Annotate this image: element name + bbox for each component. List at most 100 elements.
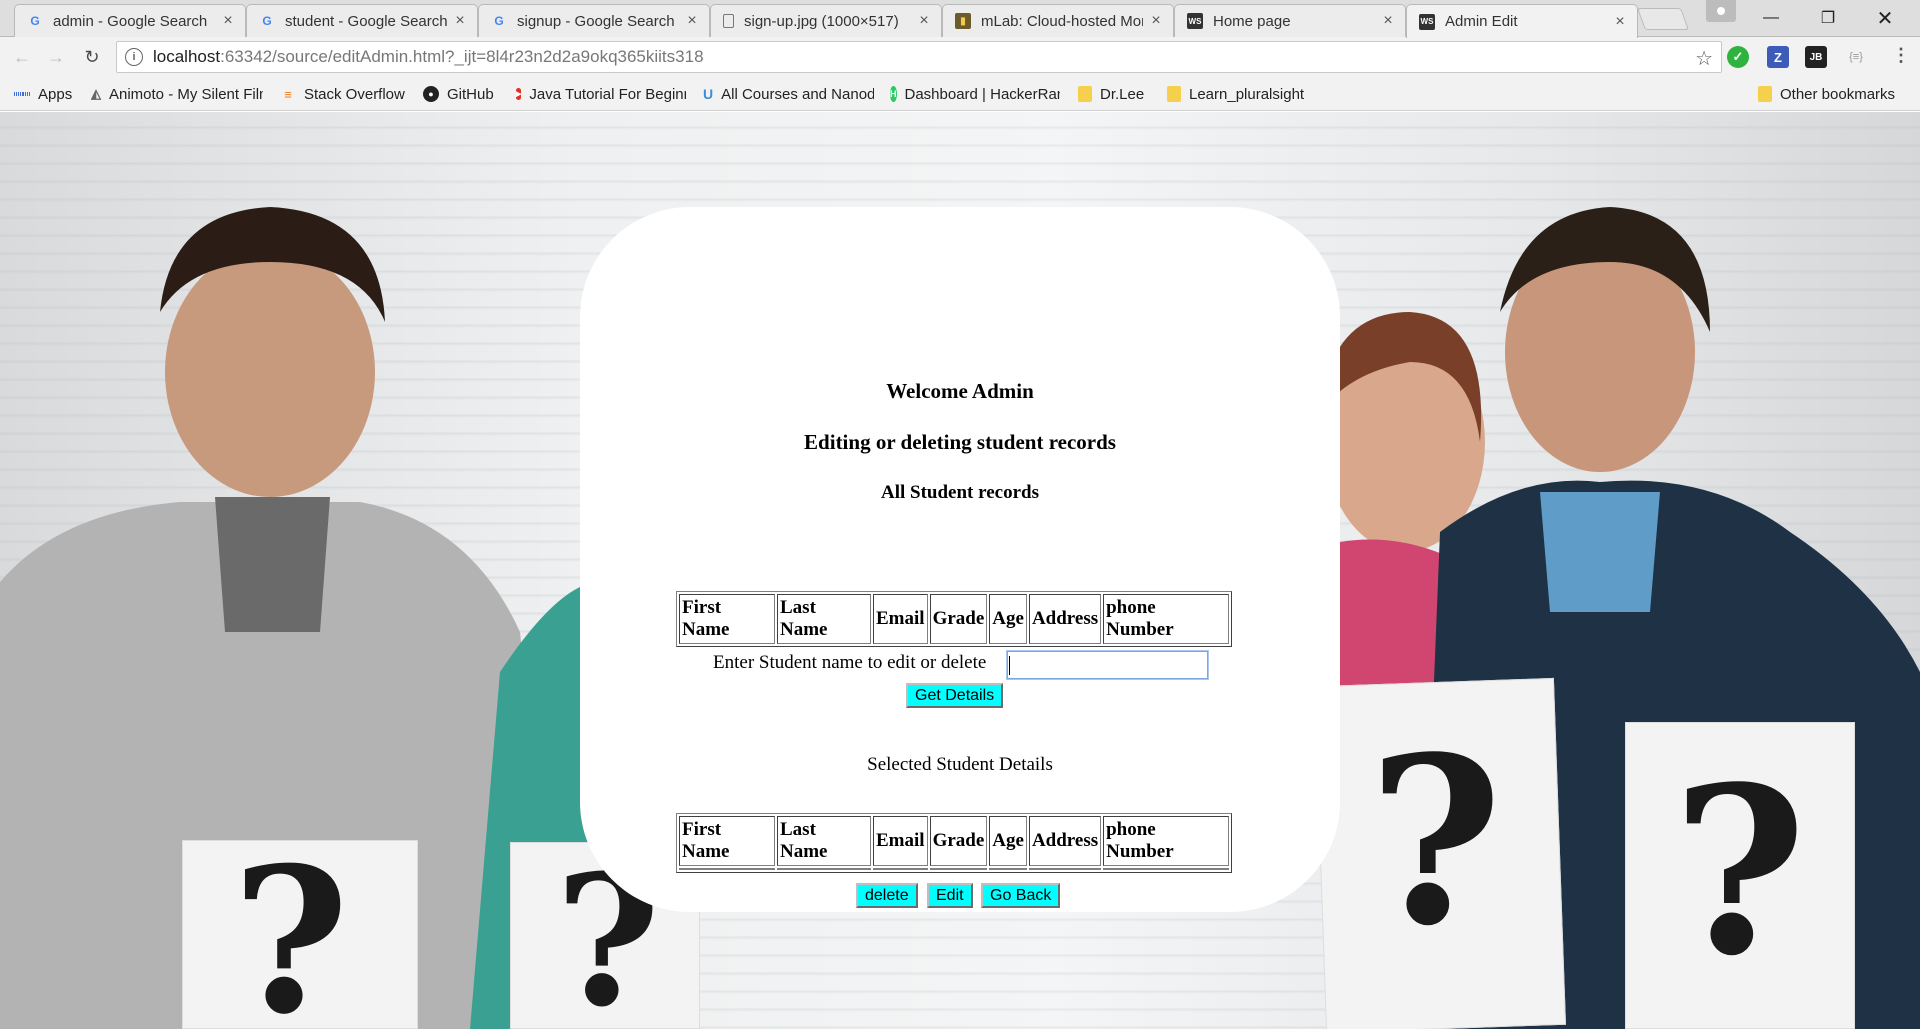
apps-grid-icon	[14, 86, 31, 102]
bookmark-animoto[interactable]: ◭ Animoto - My Silent Film	[91, 77, 263, 111]
json-viewer-extension-icon[interactable]: {≡}	[1845, 46, 1867, 68]
tab-home-page[interactable]: WS Home page ×	[1174, 4, 1406, 37]
get-details-button[interactable]: Get Details	[906, 683, 1004, 708]
column-header: Address	[1028, 816, 1102, 866]
forward-arrow-icon[interactable]: →	[42, 43, 70, 71]
table-row	[679, 868, 1230, 870]
tab-strip: G admin - Google Search × G student - Go…	[0, 0, 1920, 38]
page-subtitle: Editing or deleting student records	[804, 430, 1116, 454]
student-name-input[interactable]	[1007, 651, 1208, 679]
tab-student-search[interactable]: G student - Google Search ×	[246, 4, 478, 37]
go-back-button[interactable]: Go Back	[981, 883, 1061, 908]
bookmark-label: GitHub	[447, 85, 494, 103]
search-prompt-label: Enter Student name to edit or delete	[713, 652, 987, 673]
tab-title: student - Google Search	[285, 12, 447, 30]
table-cell	[873, 868, 928, 870]
bookmark-udacity[interactable]: U All Courses and Nanodegrees	[703, 77, 874, 111]
table-cell	[679, 868, 775, 870]
close-icon[interactable]: ×	[1381, 12, 1395, 30]
profile-icon[interactable]	[1706, 0, 1736, 22]
admin-edit-card: Welcome Admin Editing or deleting studen…	[580, 207, 1340, 912]
table-header-row: First Name Last Name Email Grade Age Add…	[679, 594, 1230, 644]
tab-admin-edit[interactable]: WS Admin Edit ×	[1406, 4, 1638, 38]
column-header: First Name	[679, 816, 775, 866]
close-icon[interactable]: ×	[221, 12, 235, 30]
tab-admin-search[interactable]: G admin - Google Search ×	[14, 4, 246, 37]
bookmark-pluralsight[interactable]: Learn_pluralsight	[1167, 77, 1304, 111]
document-icon	[723, 14, 734, 28]
bookmark-java-tutorial[interactable]: ▶ Java Tutorial For Beginners	[516, 77, 686, 111]
bookmark-other[interactable]: Other bookmarks	[1758, 77, 1895, 111]
table-cell	[989, 868, 1027, 870]
tab-signup-search[interactable]: G signup - Google Search ×	[478, 4, 710, 37]
tab-title: sign-up.jpg (1000×517)	[744, 12, 899, 30]
column-header: Address	[1028, 594, 1102, 644]
folder-icon	[1167, 86, 1181, 102]
mlab-icon: ▮	[955, 13, 971, 29]
edit-button[interactable]: Edit	[927, 883, 973, 908]
folder-icon	[1078, 86, 1092, 102]
close-icon[interactable]: ×	[917, 12, 931, 30]
minimize-icon[interactable]: —	[1748, 0, 1794, 36]
close-icon[interactable]: ×	[1613, 13, 1627, 31]
bookmark-label: Dr.Lee	[1100, 85, 1145, 103]
jetbrains-extension-icon[interactable]: JB	[1805, 46, 1827, 68]
new-tab-button[interactable]	[1636, 8, 1690, 30]
check-extension-icon[interactable]: ✓	[1727, 46, 1749, 68]
webstorm-icon: WS	[1187, 13, 1203, 29]
tab-mlab[interactable]: ▮ mLab: Cloud-hosted MongoDB ×	[942, 4, 1174, 37]
page-viewport: ? ? ? ? Welcome Admin Editing or deletin…	[0, 112, 1920, 1029]
z-extension-icon[interactable]: Z	[1767, 46, 1789, 68]
window-close-icon[interactable]: ✕	[1862, 0, 1908, 36]
column-header: phone Number	[1103, 594, 1230, 644]
hackerrank-icon: H	[890, 86, 897, 102]
address-bar[interactable]: i localhost:63342/source/editAdmin.html?…	[116, 41, 1722, 73]
folder-icon	[1758, 86, 1772, 102]
restore-icon[interactable]: ❐	[1805, 0, 1851, 36]
column-header: Grade	[929, 594, 988, 644]
tab-title: mLab: Cloud-hosted MongoDB	[981, 12, 1143, 30]
browser-toolbar: ← → ↻ i localhost:63342/source/editAdmin…	[0, 37, 1920, 77]
url-host: localhost	[153, 47, 221, 66]
info-icon[interactable]: i	[125, 48, 143, 66]
bookmark-hackerrank[interactable]: H Dashboard | HackerRank	[890, 77, 1060, 111]
url-path: :63342/source/editAdmin.html?_ijt=8l4r23…	[220, 47, 704, 66]
bookmark-star-icon[interactable]: ☆	[1695, 46, 1713, 71]
bookmark-apps[interactable]: Apps	[14, 77, 72, 111]
tab-title: signup - Google Search	[517, 12, 675, 30]
column-header: Age	[989, 816, 1027, 866]
column-header: Email	[873, 816, 928, 866]
tab-signup-image[interactable]: sign-up.jpg (1000×517) ×	[710, 4, 942, 37]
selected-details-heading: Selected Student Details	[867, 754, 1053, 775]
column-header: Email	[873, 594, 928, 644]
column-header: First Name	[679, 594, 775, 644]
back-arrow-icon[interactable]: ←	[8, 43, 36, 71]
bookmark-label: Stack Overflow	[304, 85, 405, 103]
column-header: Age	[989, 594, 1027, 644]
question-mark-icon: ?	[1368, 707, 1503, 977]
close-icon[interactable]: ×	[1149, 12, 1163, 30]
bookmarks-bar: Apps ◭ Animoto - My Silent Film ≡ Stack …	[0, 77, 1920, 111]
stackoverflow-icon: ≡	[284, 86, 292, 102]
webstorm-icon: WS	[1419, 13, 1435, 30]
menu-kebab-icon[interactable]: ⋮	[1892, 45, 1910, 66]
question-mark-icon: ?	[232, 824, 350, 1029]
bookmark-label: Learn_pluralsight	[1189, 85, 1305, 103]
bookmark-label: Other bookmarks	[1780, 85, 1896, 103]
column-header: Last Name	[777, 594, 871, 644]
bookmark-github[interactable]: ● GitHub	[423, 77, 494, 111]
bookmark-label: Apps	[38, 85, 73, 103]
delete-button[interactable]: delete	[856, 883, 918, 908]
bookmark-label: All Courses and Nanodegrees	[721, 85, 874, 103]
bookmark-stackoverflow[interactable]: ≡ Stack Overflow	[280, 77, 405, 111]
tab-title: Home page	[1213, 12, 1291, 30]
reload-icon[interactable]: ↻	[78, 43, 106, 71]
table-cell	[777, 868, 871, 870]
close-icon[interactable]: ×	[685, 12, 699, 30]
column-header: Last Name	[777, 816, 871, 866]
udacity-icon: U	[703, 86, 714, 102]
close-icon[interactable]: ×	[453, 12, 467, 30]
question-mark-icon: ?	[1672, 737, 1807, 1007]
table-cell	[929, 868, 988, 870]
bookmark-dr-lee[interactable]: Dr.Lee	[1078, 77, 1144, 111]
